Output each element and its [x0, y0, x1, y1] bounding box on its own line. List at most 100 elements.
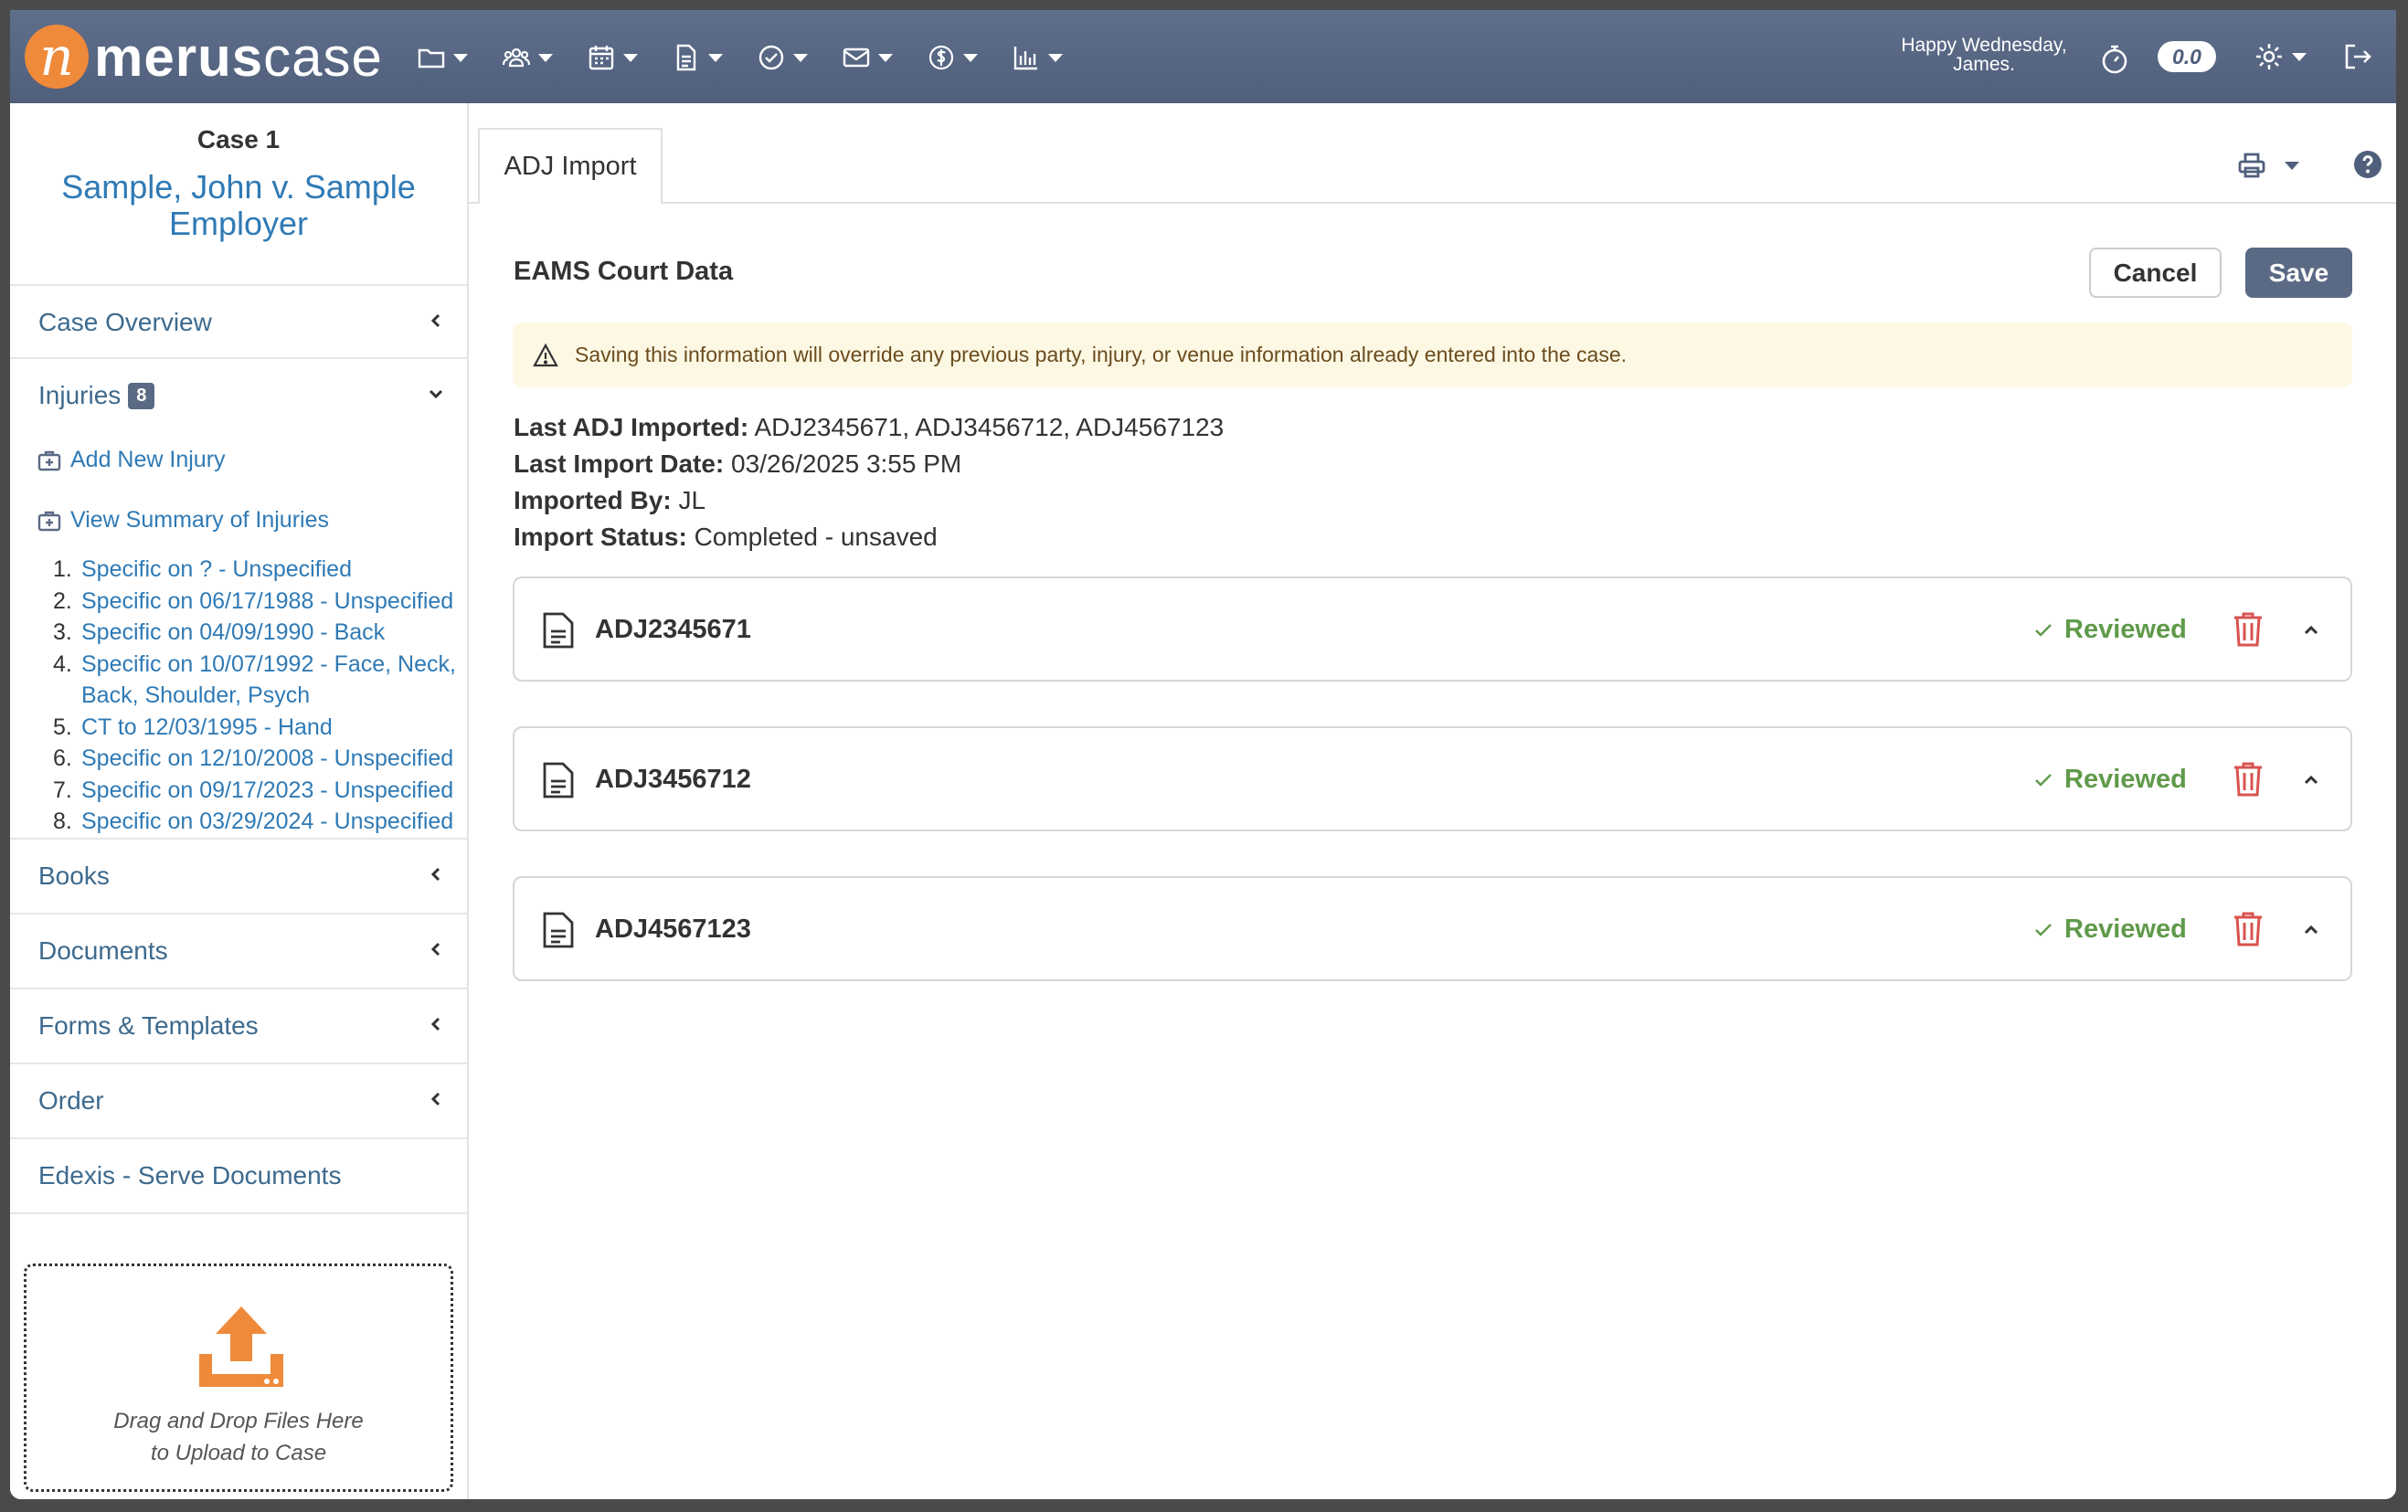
- list-item[interactable]: 5. CT to 12/03/1995 - Hand: [53, 712, 464, 744]
- sidebar-item-label: Books: [38, 862, 110, 890]
- document-icon[interactable]: [672, 37, 757, 78]
- injury-link: Specific on 04/09/1990 - Back: [81, 619, 386, 645]
- sidebar-item-edexis[interactable]: Edexis - Serve Documents: [10, 1137, 467, 1214]
- case-title[interactable]: Sample, John v. Sample Employer: [37, 169, 440, 242]
- reviewed-status: Reviewed: [2033, 915, 2187, 945]
- adj-card[interactable]: ADJ4567123 Reviewed: [513, 876, 2352, 981]
- save-button[interactable]: Save: [2245, 248, 2352, 298]
- add-new-injury-link[interactable]: Add New Injury: [37, 447, 226, 473]
- add-new-injury-label: Add New Injury: [70, 447, 226, 472]
- import-status: Import Status: Completed - unsaved: [514, 523, 938, 551]
- check-icon: [2035, 923, 2052, 936]
- sidebar-item-case-overview[interactable]: Case Overview: [10, 284, 467, 359]
- stopwatch-icon[interactable]: [2098, 43, 2131, 76]
- chevron-left-icon: [430, 313, 440, 328]
- main-content: ADJ Import EAMS Court Data Cancel Save S…: [469, 103, 2396, 1499]
- injury-list: 1. Specific on ? - Unspecified 2. Specific…: [53, 554, 464, 838]
- mail-icon[interactable]: [842, 37, 927, 78]
- upload-icon: [199, 1306, 283, 1387]
- injury-link: Specific on ? - Unspecified: [81, 556, 352, 582]
- check-icon: [2035, 773, 2052, 787]
- last-import-date: Last Import Date: 03/26/2025 3:55 PM: [514, 449, 962, 478]
- medical-kit-icon: [37, 511, 61, 531]
- sidebar-item-documents[interactable]: Documents: [10, 913, 467, 988]
- greeting: Happy Wednesday, James.: [1901, 35, 2067, 75]
- chevron-up-icon[interactable]: [2303, 772, 2319, 788]
- chevron-down-icon: [429, 389, 443, 399]
- injury-link: CT to 12/03/1995 - Hand: [81, 714, 333, 740]
- injury-number: 1.: [53, 556, 72, 582]
- cancel-button[interactable]: Cancel: [2089, 248, 2222, 298]
- list-item[interactable]: 4. Specific on 10/07/1992 - Face, Neck, B…: [53, 649, 464, 712]
- injury-number: 4.: [53, 650, 72, 677]
- medical-kit-icon: [37, 450, 61, 471]
- tab-adj-import[interactable]: ADJ Import: [478, 128, 663, 204]
- injury-link: Specific on 03/29/2024 - Unspecified: [81, 809, 454, 834]
- sidebar-item-label: Injuries: [38, 381, 122, 409]
- top-navbar: n meruscase Happy Wednesday, James. 0.0: [10, 10, 2396, 103]
- chevron-left-icon: [430, 867, 440, 882]
- trash-icon[interactable]: [2233, 611, 2264, 648]
- timer-badge[interactable]: 0.0: [2158, 41, 2216, 72]
- injury-number: 8.: [53, 809, 72, 834]
- list-item[interactable]: 6. Specific on 12/10/2008 - Unspecified: [53, 743, 464, 775]
- chevron-up-icon[interactable]: [2303, 622, 2319, 639]
- tab-divider: [469, 202, 2396, 204]
- meruscase-logo[interactable]: n meruscase: [25, 23, 383, 90]
- billing-icon[interactable]: [927, 37, 1012, 78]
- list-item[interactable]: 7. Specific on 09/17/2023 - Unspecified: [53, 775, 464, 807]
- adj-card[interactable]: ADJ2345671 Reviewed: [513, 576, 2352, 682]
- task-check-icon[interactable]: [757, 37, 842, 78]
- injury-number: 5.: [53, 714, 72, 740]
- import-info: Last ADJ Imported: ADJ2345671, ADJ345671…: [514, 409, 1224, 555]
- logout-icon[interactable]: [2342, 41, 2373, 72]
- sidebar-item-label: Edexis - Serve Documents: [38, 1161, 342, 1190]
- help-icon[interactable]: [2353, 150, 2382, 179]
- list-item[interactable]: 3. Specific on 04/09/1990 - Back: [53, 617, 464, 649]
- sidebar-item-injuries[interactable]: Injuries 8: [10, 357, 467, 432]
- file-dropzone[interactable]: Drag and Drop Files Here to Upload to Ca…: [24, 1264, 453, 1492]
- app-window: n meruscase Happy Wednesday, James. 0.0 …: [10, 10, 2396, 1499]
- sidebar-item-books[interactable]: Books: [10, 838, 467, 913]
- check-icon: [2035, 623, 2052, 637]
- injury-number: 3.: [53, 619, 72, 645]
- printer-icon: [2238, 153, 2265, 178]
- main-nav: [417, 37, 1097, 78]
- calendar-icon[interactable]: [587, 37, 672, 78]
- file-icon: [543, 762, 574, 798]
- case-sidebar: Case 1 Sample, John v. Sample Employer C…: [10, 103, 469, 1499]
- trash-icon[interactable]: [2233, 911, 2264, 947]
- list-item[interactable]: 2. Specific on 06/17/1988 - Unspecified: [53, 586, 464, 618]
- injury-number: 2.: [53, 587, 72, 614]
- adj-number: ADJ4567123: [595, 915, 751, 944]
- file-icon: [543, 912, 574, 948]
- chevron-up-icon[interactable]: [2303, 922, 2319, 938]
- case-label: Case 1: [196, 125, 281, 153]
- sidebar-item-forms-templates[interactable]: Forms & Templates: [10, 988, 467, 1063]
- warning-alert: Saving this information will override an…: [513, 322, 2352, 387]
- sidebar-item-label: Forms & Templates: [38, 1011, 259, 1040]
- chevron-left-icon: [430, 1017, 440, 1031]
- sidebar-item-order[interactable]: Order: [10, 1063, 467, 1137]
- list-item[interactable]: 8. Specific on 03/29/2024 - Unspecified: [53, 806, 464, 838]
- imported-by: Imported By: JL: [514, 486, 706, 514]
- last-adj-imported: Last ADJ Imported: ADJ2345671, ADJ345671…: [514, 413, 1225, 441]
- adj-card[interactable]: ADJ3456712 Reviewed: [513, 726, 2352, 831]
- chevron-left-icon: [430, 942, 440, 957]
- folder-icon[interactable]: [417, 37, 502, 78]
- sidebar-item-label: Case Overview: [38, 308, 212, 336]
- reports-icon[interactable]: [1012, 37, 1097, 78]
- print-menu[interactable]: [2237, 151, 2299, 180]
- trash-icon[interactable]: [2233, 761, 2264, 798]
- view-summary-injuries-link[interactable]: View Summary of Injuries: [37, 507, 329, 534]
- section-title: EAMS Court Data: [514, 257, 734, 286]
- injury-link: Specific on 12/10/2008 - Unspecified: [81, 745, 454, 771]
- list-item[interactable]: 1. Specific on ? - Unspecified: [53, 554, 464, 586]
- settings-menu[interactable]: [2254, 41, 2307, 72]
- sidebar-item-label: Order: [38, 1086, 104, 1115]
- injury-link: Specific on 10/07/1992 - Face, Neck, Bac…: [81, 650, 456, 709]
- adj-number: ADJ2345671: [595, 615, 751, 644]
- file-icon: [543, 612, 574, 649]
- injury-link: Specific on 09/17/2023 - Unspecified: [81, 777, 454, 803]
- contacts-icon[interactable]: [502, 37, 587, 78]
